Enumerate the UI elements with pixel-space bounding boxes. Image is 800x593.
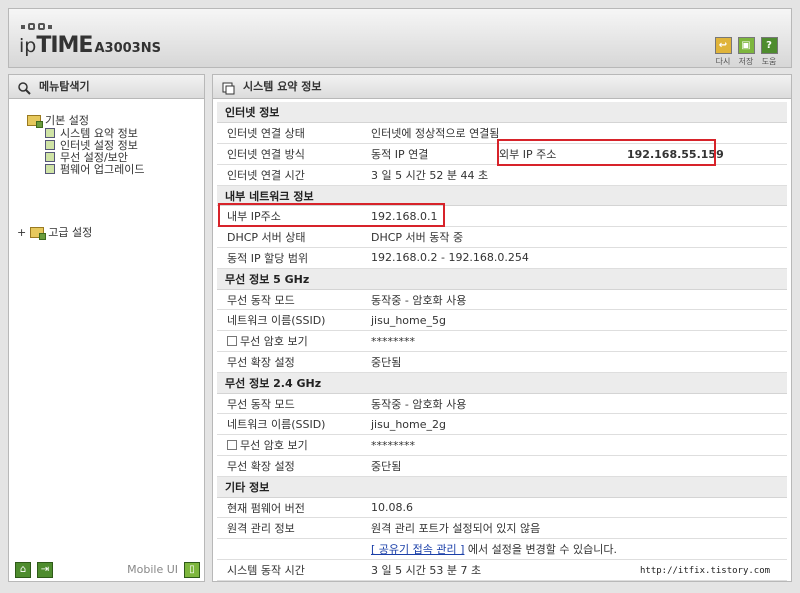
highlight-internal-ip (218, 203, 445, 227)
sidebar-item-firmware-upgrade[interactable]: 펌웨어 업그레이드 (45, 164, 144, 176)
table-row: 무선 동작 모드 동작중 - 암호화 사용 (217, 393, 787, 415)
save-icon: ▣ (737, 37, 755, 54)
show-password-checkbox-5g[interactable] (227, 336, 237, 347)
section-header-internet: 인터넷 정보 (217, 102, 787, 124)
watermark: http://itfix.tistory.com (640, 566, 771, 576)
wifi-icon (45, 152, 55, 162)
table-row: 무선 확장 설정 중단됨 (217, 351, 787, 373)
folder-icon (27, 115, 43, 128)
tree-item-basic-settings[interactable]: 기본 설정 (27, 114, 89, 128)
tree-advanced-settings: + 고급 설정 (17, 226, 93, 240)
menu-explorer-label: 메뉴탐색기 (39, 80, 90, 93)
reload-label: 다시 (715, 57, 731, 66)
table-row: 네트워크 이름(SSID) jisu_home_5g (217, 309, 787, 332)
logout-icon[interactable]: ⇥ (37, 562, 53, 578)
table-row: 무선 동작 모드 동작중 - 암호화 사용 (217, 289, 787, 311)
sidebar-footer: ⌂ ⇥ Mobile UI ▯ (9, 559, 204, 581)
header-bar: ipTIME A3003NS ↩ 다시 ▣ 저장 ? 도움 (8, 8, 792, 68)
page-title: 시스템 요약 정보 (243, 80, 322, 93)
menu-explorer-panel: 메뉴탐색기 기본 설정 시스템 요약 정보 인터넷 설정 정보 무선 설정/보안… (8, 74, 205, 582)
table-row: 원격 관리 정보 원격 관리 포트가 설정되어 있지 않음 (217, 517, 787, 540)
table-row: DHCP 서버 상태 DHCP 서버 동작 중 (217, 226, 787, 249)
summary-title: 시스템 요약 정보 (213, 75, 791, 99)
home-icon[interactable]: ⌂ (15, 562, 31, 578)
tree-label: 고급 설정 (48, 226, 93, 239)
menu-explorer-title: 메뉴탐색기 (9, 75, 204, 99)
folder-icon (30, 227, 47, 240)
mobile-icon[interactable]: ▯ (184, 562, 200, 578)
table-row: 동적 IP 할당 범위 192.168.0.2 - 192.168.0.254 (217, 247, 787, 269)
window-icon (222, 80, 235, 103)
reload-button[interactable]: ↩ 다시 (711, 37, 735, 67)
reload-icon: ↩ (714, 37, 732, 54)
chart-icon (45, 128, 55, 138)
section-header-wireless-5ghz: 무선 정보 5 GHz (217, 268, 787, 290)
help-icon: ? (760, 37, 778, 54)
magnifier-icon (18, 80, 31, 103)
model-name: A3003NS (94, 41, 161, 56)
table-row: 무선 암호 보기 ******** (217, 434, 787, 457)
iptime-logo: ipTIME A3003NS (19, 33, 161, 58)
highlight-external-ip (497, 139, 716, 166)
table-row: 네트워크 이름(SSID) jisu_home_2g (217, 413, 787, 436)
show-password-checkbox-2g[interactable] (227, 440, 237, 451)
tree-label: 기본 설정 (45, 114, 89, 127)
help-button[interactable]: ? 도움 (757, 37, 781, 67)
help-label: 도움 (761, 57, 777, 66)
globe-icon (45, 140, 55, 150)
section-header-wireless-24ghz: 무선 정보 2.4 GHz (217, 372, 787, 394)
summary-table: 인터넷 정보 인터넷 연결 상태 인터넷에 정상적으로 연결됨 인터넷 연결 방식… (217, 102, 787, 581)
tree-basic-children: 시스템 요약 정보 인터넷 설정 정보 무선 설정/보안 펌웨어 업그레이드 (45, 128, 144, 176)
logo-ip-text: ip (19, 35, 37, 57)
table-row: [ 공유기 접속 관리 ] 에서 설정을 변경할 수 있습니다. (217, 538, 787, 561)
table-row: 무선 암호 보기 ******** (217, 330, 787, 353)
expand-icon[interactable]: + (17, 226, 26, 239)
logo-mark (21, 19, 55, 32)
router-access-management-link[interactable]: [ 공유기 접속 관리 ] (371, 543, 464, 556)
tree-basic-settings: 기본 설정 (27, 114, 89, 128)
save-button[interactable]: ▣ 저장 (734, 37, 758, 67)
firmware-icon (45, 164, 55, 174)
table-row: 현재 펌웨어 버전 10.08.6 (217, 497, 787, 519)
section-header-etc: 기타 정보 (217, 476, 787, 498)
tree-item-advanced-settings[interactable]: + 고급 설정 (17, 226, 93, 240)
logo-time-text: TIME (36, 33, 93, 58)
save-label: 저장 (738, 57, 754, 66)
table-row: 인터넷 연결 시간 3 일 5 시간 52 분 44 초 (217, 164, 787, 186)
table-row: 무선 확장 설정 중단됨 (217, 455, 787, 477)
mobile-ui-link[interactable]: Mobile UI (127, 563, 178, 576)
